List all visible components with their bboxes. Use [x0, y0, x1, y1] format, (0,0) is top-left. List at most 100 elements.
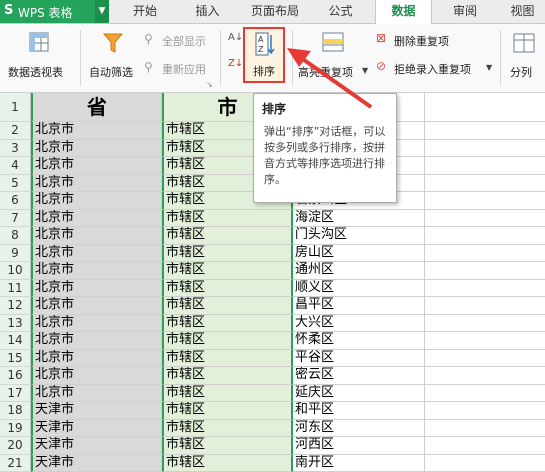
- cell-district[interactable]: 怀柔区: [293, 332, 425, 350]
- cell-province[interactable]: 天津市: [31, 402, 162, 420]
- cell-empty[interactable]: [425, 210, 545, 228]
- cell-province[interactable]: 北京市: [31, 245, 162, 263]
- cell-province[interactable]: 天津市: [31, 455, 162, 472]
- cell-city[interactable]: 市辖区: [162, 385, 293, 403]
- row-header[interactable]: 2: [0, 122, 31, 140]
- tab-formulas[interactable]: 公式: [318, 0, 363, 23]
- cell-empty[interactable]: [425, 350, 545, 368]
- cell-district[interactable]: 南开区: [293, 455, 425, 472]
- cell-empty[interactable]: [425, 280, 545, 298]
- cell-empty[interactable]: [425, 245, 545, 263]
- cell-district[interactable]: 延庆区: [293, 385, 425, 403]
- sort-descending-icon[interactable]: Z↓: [228, 58, 242, 74]
- cell-district[interactable]: 通州区: [293, 262, 425, 280]
- cell-empty[interactable]: [425, 437, 545, 455]
- cell-province[interactable]: 北京市: [31, 280, 162, 298]
- cell-district[interactable]: 河西区: [293, 437, 425, 455]
- cell-province[interactable]: 北京市: [31, 157, 162, 175]
- row-header[interactable]: 13: [0, 315, 31, 333]
- row-header[interactable]: 9: [0, 245, 31, 263]
- cell-empty[interactable]: [425, 367, 545, 385]
- row-header[interactable]: 18: [0, 402, 31, 420]
- row-header[interactable]: 6: [0, 192, 31, 210]
- row-header[interactable]: 7: [0, 210, 31, 228]
- cell-empty[interactable]: [425, 262, 545, 280]
- cell-province[interactable]: 北京市: [31, 227, 162, 245]
- cell-province[interactable]: 北京市: [31, 297, 162, 315]
- cell-empty[interactable]: [425, 175, 545, 193]
- tab-page-layout[interactable]: 页面布局: [240, 0, 310, 23]
- row-header[interactable]: 15: [0, 350, 31, 368]
- cell-city[interactable]: 市辖区: [162, 210, 293, 228]
- row-header[interactable]: 1: [0, 93, 31, 122]
- cell-province[interactable]: 北京市: [31, 367, 162, 385]
- cell-empty[interactable]: [425, 157, 545, 175]
- row-header[interactable]: 4: [0, 157, 31, 175]
- cell-district[interactable]: 门头沟区: [293, 227, 425, 245]
- reapply-button[interactable]: ⚲ 重新应用: [144, 60, 216, 76]
- cell-district[interactable]: 和平区: [293, 402, 425, 420]
- cell-city[interactable]: 市辖区: [162, 280, 293, 298]
- cell-province[interactable]: 北京市: [31, 122, 162, 140]
- row-header[interactable]: 5: [0, 175, 31, 193]
- cell-district[interactable]: 大兴区: [293, 315, 425, 333]
- row-header[interactable]: 19: [0, 420, 31, 438]
- row-header[interactable]: 10: [0, 262, 31, 280]
- header-cell-province[interactable]: 省: [31, 93, 162, 122]
- cell-province[interactable]: 北京市: [31, 350, 162, 368]
- tab-review[interactable]: 审阅: [440, 0, 490, 23]
- cell-city[interactable]: 市辖区: [162, 245, 293, 263]
- row-header[interactable]: 12: [0, 297, 31, 315]
- cell-city[interactable]: 市辖区: [162, 297, 293, 315]
- row-header[interactable]: 17: [0, 385, 31, 403]
- cell-city[interactable]: 市辖区: [162, 402, 293, 420]
- app-menu-dropdown-icon[interactable]: ▼: [95, 0, 109, 23]
- row-header[interactable]: 3: [0, 140, 31, 158]
- cell-empty[interactable]: [425, 140, 545, 158]
- cell-empty[interactable]: [425, 227, 545, 245]
- tab-home[interactable]: 开始: [120, 0, 170, 23]
- cell-province[interactable]: 天津市: [31, 437, 162, 455]
- cell-empty[interactable]: [425, 420, 545, 438]
- cell-city[interactable]: 市辖区: [162, 332, 293, 350]
- row-header[interactable]: 8: [0, 227, 31, 245]
- cell-district[interactable]: 房山区: [293, 245, 425, 263]
- cell-empty[interactable]: [425, 402, 545, 420]
- cell-province[interactable]: 天津市: [31, 420, 162, 438]
- dialog-launcher-icon[interactable]: ↘: [206, 80, 213, 89]
- cell-empty[interactable]: [425, 385, 545, 403]
- cell-province[interactable]: 北京市: [31, 315, 162, 333]
- cell-city[interactable]: 市辖区: [162, 455, 293, 472]
- cell-city[interactable]: 市辖区: [162, 262, 293, 280]
- tab-insert[interactable]: 插入: [185, 0, 230, 23]
- cell-city[interactable]: 市辖区: [162, 350, 293, 368]
- cell-district[interactable]: 昌平区: [293, 297, 425, 315]
- row-header[interactable]: 14: [0, 332, 31, 350]
- cell-empty[interactable]: [425, 122, 545, 140]
- cell-district[interactable]: 顺义区: [293, 280, 425, 298]
- cell-city[interactable]: 市辖区: [162, 227, 293, 245]
- cell-province[interactable]: 北京市: [31, 210, 162, 228]
- auto-filter-button[interactable]: 自动筛选: [86, 30, 140, 85]
- cell-empty[interactable]: [425, 455, 545, 472]
- show-all-button[interactable]: ⚲ 全部显示: [144, 32, 216, 48]
- app-menu-button[interactable]: S WPS 表格: [0, 0, 95, 23]
- reject-duplicates-button[interactable]: ⊘ 拒绝录入重复项 ▼: [376, 60, 496, 76]
- remove-duplicates-button[interactable]: ⊠ 删除重复项: [376, 32, 472, 48]
- cell-district[interactable]: 平谷区: [293, 350, 425, 368]
- pivot-table-button[interactable]: 数据透视表: [4, 30, 74, 85]
- row-header[interactable]: 20: [0, 437, 31, 455]
- cell-empty[interactable]: [425, 332, 545, 350]
- cell-district[interactable]: 河东区: [293, 420, 425, 438]
- split-column-button[interactable]: 分列: [505, 30, 543, 85]
- row-header[interactable]: 11: [0, 280, 31, 298]
- cell-province[interactable]: 北京市: [31, 175, 162, 193]
- row-header[interactable]: 16: [0, 367, 31, 385]
- cell-empty[interactable]: [425, 297, 545, 315]
- cell-city[interactable]: 市辖区: [162, 367, 293, 385]
- cell-city[interactable]: 市辖区: [162, 315, 293, 333]
- cell-empty[interactable]: [425, 315, 545, 333]
- cell-province[interactable]: 北京市: [31, 262, 162, 280]
- row-header[interactable]: 21: [0, 455, 31, 472]
- header-cell-empty[interactable]: [425, 93, 545, 122]
